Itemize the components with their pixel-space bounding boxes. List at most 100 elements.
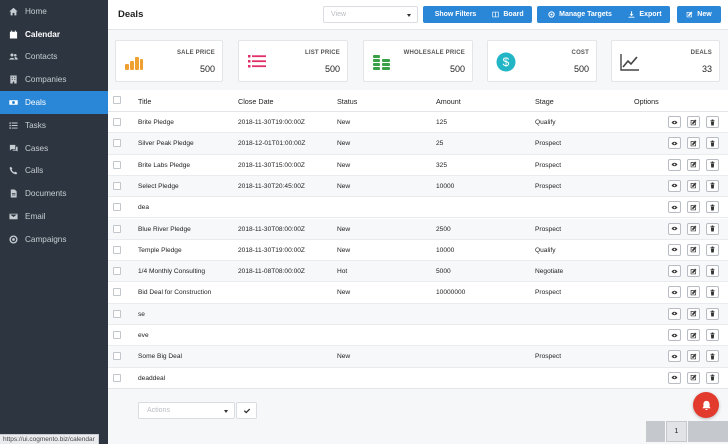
cell-title[interactable]: deaddeal — [138, 375, 165, 382]
pagination-current-page[interactable]: 1 — [666, 421, 687, 442]
table-row[interactable]: Brite Labs Pledge 2018-11-30T15:00:00Z New… — [108, 155, 728, 176]
row-checkbox[interactable] — [113, 118, 121, 126]
export-button[interactable]: Export — [620, 6, 670, 23]
row-checkbox[interactable] — [113, 245, 121, 254]
delete-button[interactable] — [706, 243, 719, 256]
apply-actions-button[interactable] — [236, 402, 257, 419]
view-button[interactable] — [668, 265, 681, 278]
row-checkbox[interactable] — [113, 331, 121, 339]
pagination-next[interactable] — [688, 421, 728, 442]
pagination-prev[interactable] — [646, 421, 665, 442]
delete-button[interactable] — [706, 179, 719, 192]
new-button[interactable]: New — [677, 6, 721, 23]
view-button[interactable] — [668, 307, 681, 320]
row-checkbox[interactable] — [113, 352, 121, 361]
delete-button[interactable] — [706, 286, 719, 299]
view-button[interactable] — [668, 137, 681, 150]
edit-button[interactable] — [687, 116, 700, 128]
cell-title[interactable]: Brite Labs Pledge — [138, 162, 190, 169]
table-row[interactable]: eve — [108, 325, 728, 347]
edit-button[interactable] — [687, 243, 700, 256]
view-button[interactable] — [668, 201, 681, 214]
cell-title[interactable]: Bid Deal for Construction — [138, 289, 211, 296]
view-button[interactable] — [668, 286, 681, 299]
board-button[interactable]: Board — [484, 6, 532, 23]
edit-button[interactable] — [687, 222, 700, 235]
table-row[interactable]: Select Pledge 2018-11-30T20:45:00Z New 1000… — [108, 175, 728, 198]
row-checkbox[interactable] — [113, 160, 121, 169]
cell-title[interactable]: se — [138, 311, 145, 318]
cell-title[interactable]: Silver Peak Pledge — [138, 140, 194, 147]
cell-title[interactable]: Blue River Pledge — [138, 226, 191, 233]
cell-title[interactable]: Select Pledge — [138, 183, 179, 190]
view-select[interactable]: View — [323, 6, 418, 23]
delete-button[interactable] — [706, 307, 719, 320]
column-header-stage[interactable]: Stage — [535, 97, 554, 106]
cell-title[interactable]: Some Big Deal — [138, 353, 182, 360]
delete-button[interactable] — [706, 222, 719, 235]
sidebar-item-campaigns[interactable]: Campaigns — [0, 228, 108, 251]
edit-button[interactable] — [687, 307, 700, 320]
table-row[interactable]: Silver Peak Pledge 2018-12-01T01:00:00Z Ne… — [108, 133, 728, 155]
row-checkbox[interactable] — [113, 224, 121, 233]
row-checkbox[interactable] — [113, 203, 121, 212]
delete-button[interactable] — [706, 116, 719, 128]
bulk-actions-select[interactable]: Actions — [138, 402, 235, 419]
delete-button[interactable] — [706, 158, 719, 171]
cell-title[interactable]: Brite Pledge — [138, 119, 174, 126]
sidebar-item-calls[interactable]: Calls — [0, 160, 108, 183]
table-row[interactable]: Temple Pledge 2018-11-30T19:00:00Z New 1000… — [108, 240, 728, 262]
table-row[interactable]: se — [108, 303, 728, 325]
edit-button[interactable] — [687, 179, 700, 192]
delete-button[interactable] — [706, 329, 719, 341]
view-button[interactable] — [668, 243, 681, 256]
view-button[interactable] — [668, 371, 681, 384]
table-row[interactable]: 1/4 Monthly Consulting 2018-11-08T08:00:0… — [108, 261, 728, 283]
row-checkbox[interactable] — [113, 181, 121, 190]
cell-title[interactable]: 1/4 Monthly Consulting — [138, 268, 205, 275]
delete-button[interactable] — [706, 137, 719, 150]
sidebar-item-deals[interactable]: Deals — [0, 91, 115, 114]
sidebar-item-home[interactable]: Home — [0, 0, 108, 23]
table-row[interactable]: dea — [108, 197, 728, 219]
delete-button[interactable] — [706, 201, 719, 214]
column-header-close-date[interactable]: Close Date — [238, 97, 274, 106]
sidebar-item-contacts[interactable]: Contacts — [0, 46, 108, 69]
column-header-status[interactable]: Status — [337, 97, 357, 106]
view-button[interactable] — [668, 329, 681, 341]
cell-title[interactable]: dea — [138, 204, 149, 211]
row-checkbox[interactable] — [113, 373, 121, 382]
view-button[interactable] — [668, 116, 681, 128]
table-row[interactable]: Brite Pledge 2018-11-30T19:00:00Z New 125 Qu… — [108, 112, 728, 134]
sidebar-item-calendar[interactable]: Calendar — [0, 23, 108, 46]
view-button[interactable] — [668, 179, 681, 192]
delete-button[interactable] — [706, 371, 719, 384]
row-checkbox[interactable] — [113, 267, 121, 276]
sidebar-item-email[interactable]: Email — [0, 205, 108, 228]
edit-button[interactable] — [687, 371, 700, 384]
table-row[interactable]: deaddeal — [108, 368, 728, 389]
view-button[interactable] — [668, 158, 681, 171]
edit-button[interactable] — [687, 137, 700, 150]
show-filters-button[interactable]: Show Filters — [423, 6, 488, 23]
cell-title[interactable]: Temple Pledge — [138, 247, 182, 254]
row-checkbox[interactable] — [113, 309, 121, 318]
row-checkbox[interactable] — [113, 139, 121, 148]
edit-button[interactable] — [687, 350, 700, 363]
edit-button[interactable] — [687, 158, 700, 171]
cell-title[interactable]: eve — [138, 332, 149, 339]
sidebar-item-tasks[interactable]: Tasks — [0, 114, 108, 137]
delete-button[interactable] — [706, 350, 719, 363]
edit-button[interactable] — [687, 201, 700, 214]
column-header-amount[interactable]: Amount — [436, 97, 461, 106]
edit-button[interactable] — [687, 329, 700, 341]
row-checkbox[interactable] — [113, 288, 121, 297]
table-row[interactable]: Blue River Pledge 2018-11-30T08:00:00Z New… — [108, 218, 728, 240]
delete-button[interactable] — [706, 265, 719, 278]
sidebar-item-documents[interactable]: Documents — [0, 182, 108, 205]
view-button[interactable] — [668, 350, 681, 363]
select-all-checkbox[interactable] — [113, 96, 121, 104]
manage-targets-button[interactable]: Manage Targets — [537, 6, 623, 23]
sidebar-item-cases[interactable]: Cases — [0, 137, 108, 160]
edit-button[interactable] — [687, 286, 700, 299]
